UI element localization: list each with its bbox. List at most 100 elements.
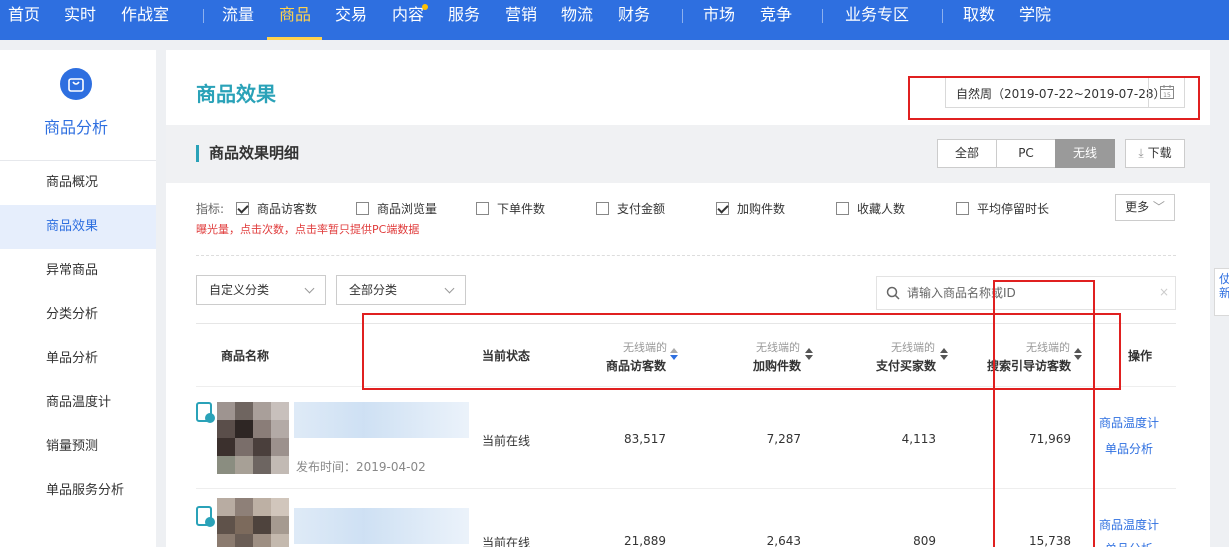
detail-section-header: 商品效果明细 全部 PC 无线 ⤓ 下载 [166, 125, 1210, 183]
download-label: 下载 [1147, 146, 1172, 160]
cell-buyers: 4,113 [901, 432, 936, 446]
wireless-device-icon [196, 506, 215, 527]
checkbox-checked-icon [716, 202, 729, 215]
sidebar-item-product-thermometer[interactable]: 商品温度计 [0, 381, 156, 425]
product-title-blurred[interactable] [294, 508, 469, 544]
more-metrics-button[interactable]: 更多 ﹀ [1115, 194, 1175, 221]
sidebar-item-category-analysis[interactable]: 分类分析 [0, 293, 156, 337]
date-range-text: 自然周（2019-07-22~2019-07-28） [956, 87, 1166, 101]
nav-logistics[interactable]: 物流 [561, 0, 593, 40]
link-product-thermometer[interactable]: 商品温度计 [1099, 414, 1159, 431]
nav-finance[interactable]: 财务 [618, 0, 650, 40]
tab-all[interactable]: 全部 [937, 139, 997, 168]
link-single-analysis[interactable]: 单品分析 [1105, 440, 1153, 457]
select-value: 自定义分类 [209, 283, 270, 297]
sidebar-item-single-service-analysis[interactable]: 单品服务分析 [0, 469, 156, 513]
nav-divider [822, 9, 823, 23]
nav-realtime[interactable]: 实时 [64, 0, 96, 40]
sidebar-item-sales-forecast[interactable]: 销量预测 [0, 425, 156, 469]
product-title-blurred[interactable] [294, 402, 469, 438]
header-buyers[interactable]: 支付买家数 [835, 357, 936, 374]
download-button[interactable]: ⤓ 下载 [1125, 139, 1185, 168]
clear-icon[interactable]: × [1159, 285, 1169, 299]
metric-label: 商品浏览量 [377, 202, 438, 216]
select-value: 全部分类 [349, 283, 398, 297]
metric-label: 支付金额 [617, 202, 666, 216]
sidebar-item-single-item-analysis[interactable]: 单品分析 [0, 337, 156, 381]
calendar-day: 15 [1163, 92, 1171, 99]
sidebar-item-product-overview[interactable]: 商品概况 [0, 161, 156, 205]
cell-visitors: 21,889 [624, 534, 666, 547]
cell-search-visitors: 71,969 [1029, 432, 1071, 446]
nav-competition[interactable]: 竞争 [760, 0, 792, 40]
pc-data-note: 曝光量，点击次数，点击率暂只提供PC端数据 [196, 223, 420, 236]
chevron-down-icon: ﹀ [1152, 200, 1165, 214]
header-col4-sub: 无线端的 [1026, 341, 1070, 354]
feedback-side-tab[interactable]: 仗 新 [1214, 268, 1229, 316]
metric-label: 下单件数 [497, 202, 546, 216]
checkbox-checked-icon [236, 202, 249, 215]
search-input[interactable] [907, 283, 1147, 303]
chevron-down-icon [444, 283, 455, 294]
header-col2-sub: 无线端的 [756, 341, 800, 354]
sort-desc-icon[interactable] [670, 348, 678, 362]
sidebar-item-abnormal-products[interactable]: 异常商品 [0, 249, 156, 293]
wireless-device-icon [196, 402, 215, 423]
metric-pageviews-checkbox[interactable]: 商品浏览量 [356, 202, 437, 216]
sidebar-title: 商品分析 [43, 118, 108, 137]
metric-visitors-checkbox[interactable]: 商品访客数 [236, 202, 317, 216]
sort-icon[interactable] [940, 348, 948, 362]
tab-pc[interactable]: PC [996, 139, 1056, 168]
checkbox-icon [356, 202, 369, 215]
header-visitors[interactable]: 商品访客数 [566, 357, 666, 374]
nav-active-indicator [267, 37, 322, 40]
sidebar-item-product-effect[interactable]: 商品效果 [0, 205, 156, 249]
nav-traffic[interactable]: 流量 [222, 0, 254, 40]
checkbox-icon [836, 202, 849, 215]
nav-data-fetch[interactable]: 取数 [963, 0, 995, 40]
product-thumbnail[interactable] [217, 402, 289, 474]
metric-cart-items-checkbox[interactable]: 加购件数 [716, 202, 785, 216]
metrics-label: 指标: [196, 202, 225, 216]
custom-category-select[interactable]: 自定义分类 [196, 275, 326, 305]
nav-products-label: 商品 [279, 5, 312, 24]
checkbox-icon [476, 202, 489, 215]
tab-wireless[interactable]: 无线 [1055, 139, 1115, 168]
nav-divider [682, 9, 683, 23]
nav-war-room[interactable]: 作战室 [121, 0, 169, 40]
metric-avg-stay-checkbox[interactable]: 平均停留时长 [956, 202, 1049, 216]
nav-marketing[interactable]: 营销 [505, 0, 537, 40]
metric-order-items-checkbox[interactable]: 下单件数 [476, 202, 545, 216]
nav-service[interactable]: 服务 [448, 0, 480, 40]
main-panel: 商品效果 自然周（2019-07-22~2019-07-28） 15 商品效果明… [166, 50, 1210, 547]
all-category-select[interactable]: 全部分类 [336, 275, 466, 305]
checkbox-icon [596, 202, 609, 215]
metric-payment-amount-checkbox[interactable]: 支付金额 [596, 202, 665, 216]
calendar-icon[interactable]: 15 [1148, 77, 1184, 107]
product-thumbnail[interactable] [217, 498, 289, 547]
metric-label: 平均停留时长 [977, 202, 1050, 216]
nav-business-zone[interactable]: 业务专区 [845, 0, 909, 40]
nav-market[interactable]: 市场 [703, 0, 735, 40]
header-search-visitors[interactable]: 搜索引导访客数 [950, 357, 1071, 374]
header-operations: 操作 [1128, 349, 1153, 363]
header-col3-sub: 无线端的 [891, 341, 935, 354]
link-single-analysis[interactable]: 单品分析 [1105, 540, 1153, 547]
sort-icon[interactable] [805, 348, 813, 362]
metric-label: 加购件数 [737, 202, 786, 216]
cell-buyers: 809 [913, 534, 936, 547]
nav-home[interactable]: 首页 [8, 0, 40, 40]
cell-cart-items: 7,287 [766, 432, 801, 446]
metric-favorites-checkbox[interactable]: 收藏人数 [836, 202, 905, 216]
publish-time: 发布时间：2019-04-02 [296, 460, 426, 474]
nav-content[interactable]: 内容 [392, 0, 424, 40]
nav-trade[interactable]: 交易 [335, 0, 367, 40]
nav-products[interactable]: 商品 [267, 0, 322, 40]
link-product-thermometer[interactable]: 商品温度计 [1099, 516, 1159, 533]
divider [196, 255, 1176, 256]
header-cart-items[interactable]: 加购件数 [700, 357, 801, 374]
search-icon [886, 286, 900, 300]
date-range-picker[interactable]: 自然周（2019-07-22~2019-07-28） 15 [945, 76, 1185, 108]
sort-icon[interactable] [1074, 348, 1082, 362]
nav-academy[interactable]: 学院 [1019, 0, 1051, 40]
